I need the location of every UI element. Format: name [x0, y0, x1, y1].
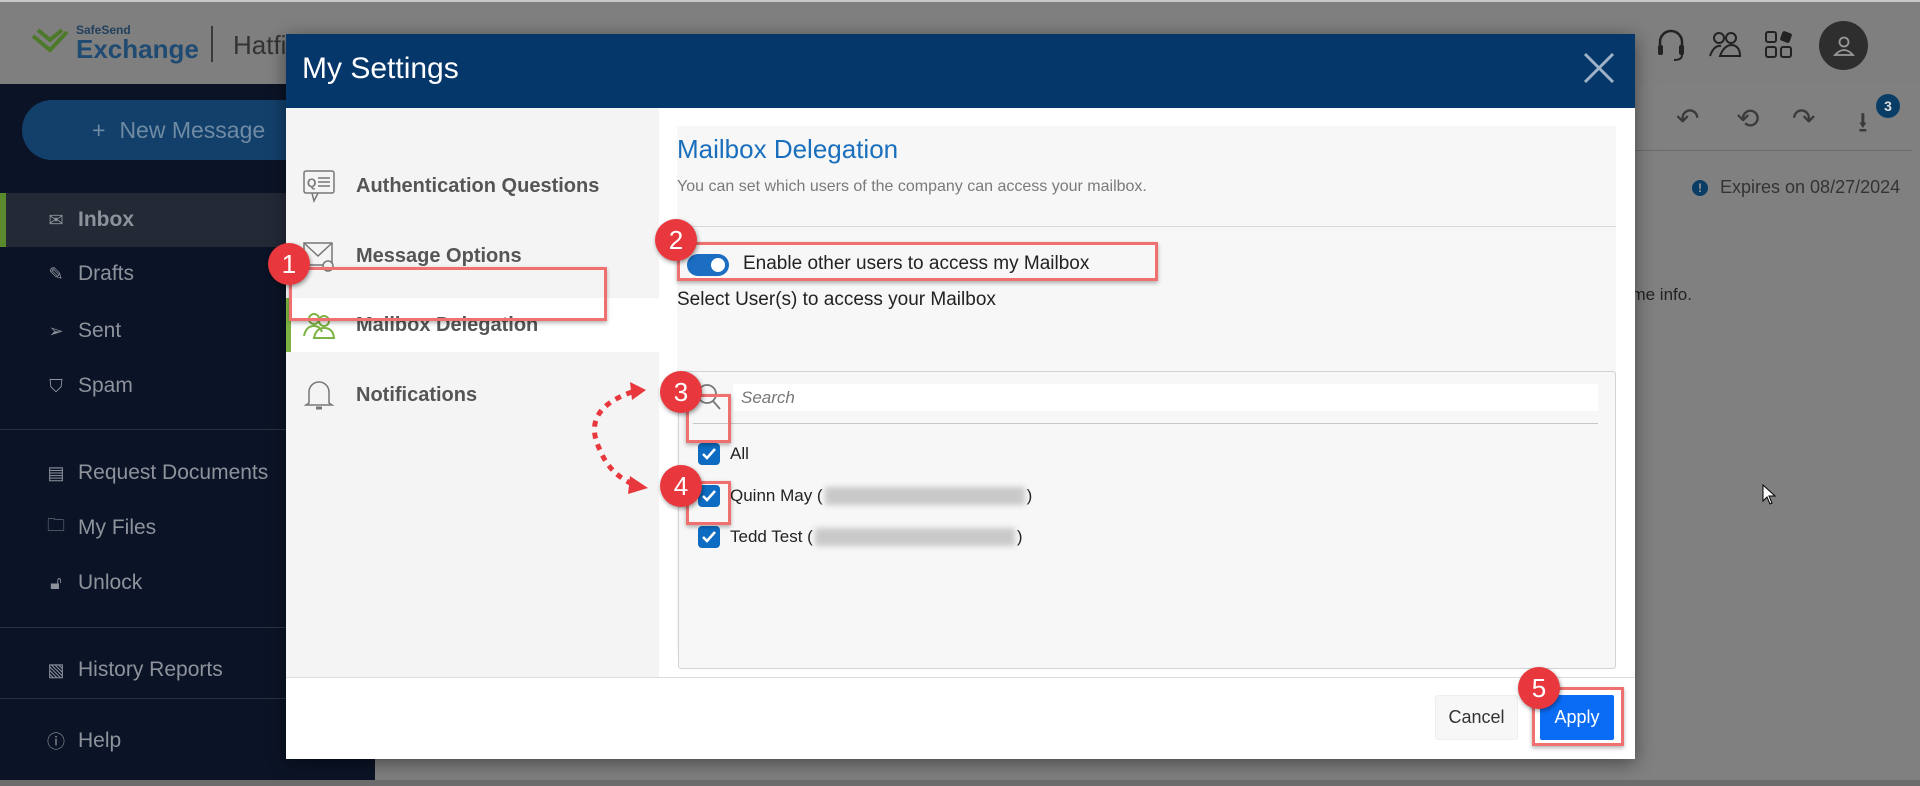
search-input[interactable] [733, 384, 1598, 411]
help-icon: ⓘ [47, 732, 65, 752]
pencil-icon: ✎ [48, 263, 64, 284]
mouse-cursor-icon [1762, 484, 1777, 505]
new-message-label: New Message [119, 116, 266, 143]
org-name: Hatfi [233, 30, 287, 60]
headset-icon[interactable] [1656, 28, 1686, 62]
user-suffix: ) [1026, 486, 1033, 505]
user-row[interactable]: Tedd Test () [698, 526, 1023, 548]
annotation-badge-2: 2 [655, 219, 697, 261]
footer-divider [286, 677, 1635, 678]
unlock-icon: 🔓︎ [50, 572, 62, 593]
nav-authentication-questions[interactable]: Q Authentication Questions [286, 159, 659, 213]
sidebar-item-label: Unlock [78, 571, 143, 594]
section-description: You can set which users of the company c… [677, 178, 1147, 195]
qa-icon: Q [303, 170, 335, 203]
redacted-email [814, 528, 1015, 546]
sidebar-item-label: Help [78, 729, 122, 752]
section-divider [677, 226, 1616, 227]
annotation-badge-3: 3 [660, 371, 702, 413]
sidebar-item-label: History Reports [78, 658, 223, 681]
reply-icon[interactable]: ↶ [1676, 102, 1699, 135]
user-suffix: ) [1016, 527, 1023, 546]
message-toolbar: ↶ ⟲ ↷ ⭳ 3 [1620, 94, 1920, 152]
section-title: Mailbox Delegation [677, 134, 899, 164]
document-icon: ▤ [47, 462, 65, 483]
sidebar-item-label: My Files [78, 516, 157, 539]
redacted-email [824, 487, 1025, 505]
sidebar-item-label: Inbox [78, 208, 134, 231]
shield-icon: ⛉ [49, 375, 63, 396]
reply-all-icon[interactable]: ⟲ [1736, 102, 1759, 135]
apps-icon[interactable] [1764, 30, 1794, 60]
checkbox-checked[interactable] [698, 526, 720, 548]
check-icon [702, 448, 716, 460]
logo-envelope-icon [31, 28, 69, 53]
checkbox-checked[interactable] [698, 443, 720, 465]
logo-bottom-text: Exchange [76, 34, 199, 64]
user-list: All Quinn May () Tedd Test () [678, 371, 1616, 669]
annotation-badge-1: 1 [268, 243, 310, 285]
nav-label: Message Options [356, 244, 522, 267]
close-icon[interactable] [1581, 50, 1617, 86]
cancel-button[interactable]: Cancel [1435, 695, 1518, 740]
user-row[interactable]: Quinn May () [698, 485, 1032, 507]
modal-title: My Settings [302, 52, 459, 85]
annotation-box-1 [289, 267, 607, 321]
avatar[interactable] [1819, 21, 1868, 70]
download-count-badge: 3 [1876, 94, 1900, 118]
nav-label: Notifications [356, 383, 478, 406]
report-icon: ▧ [47, 659, 65, 680]
user-name: Tedd Test ( [730, 527, 813, 546]
logo-divider [211, 26, 213, 62]
annotation-badge-5: 5 [1518, 667, 1560, 709]
expiry-notice: ! Expires on 08/27/2024 [1692, 177, 1900, 198]
delegation-panel: Mailbox Delegation You can set which use… [677, 126, 1616, 669]
user-name: All [730, 444, 749, 463]
annotation-box-2 [677, 242, 1158, 281]
people-icon[interactable] [1708, 30, 1742, 60]
plus-icon: + [92, 116, 106, 143]
toolbar-divider [1600, 150, 1912, 151]
sidebar-item-label: Sent [78, 319, 122, 342]
user-row-all[interactable]: All [698, 443, 749, 465]
new-message-button[interactable]: + New Message [22, 100, 322, 160]
sidebar-item-label: Drafts [78, 262, 135, 285]
search-divider [693, 423, 1598, 424]
user-name: Quinn May ( [730, 486, 823, 505]
download-icon[interactable]: ⭳ [1858, 102, 1868, 150]
folder-icon: 🗀 [47, 515, 65, 535]
sidebar-item-label: Request Documents [78, 461, 269, 484]
annotation-badge-4: 4 [660, 465, 702, 507]
settings-modal: My Settings Q Authentication Questions M… [286, 34, 1635, 759]
info-icon: ! [1692, 179, 1708, 196]
forward-icon[interactable]: ↷ [1792, 102, 1815, 135]
user-icon [1832, 36, 1855, 56]
dashed-arrow-icon [591, 382, 648, 494]
bell-icon [303, 381, 335, 410]
modal-header: My Settings [286, 34, 1635, 108]
envelope-icon: ✉ [48, 209, 64, 230]
nav-label: Authentication Questions [356, 174, 600, 197]
check-icon [702, 531, 716, 543]
sidebar-item-label: Spam [78, 374, 133, 397]
safesend-logo[interactable]: SafeSend Exchange [30, 24, 199, 62]
svg-text:Q: Q [307, 176, 316, 190]
expiry-text: Expires on 08/27/2024 [1720, 177, 1901, 197]
select-users-label: Select User(s) to access your Mailbox [677, 289, 996, 310]
bottom-strip [0, 780, 1920, 786]
send-icon: ➢ [48, 320, 64, 341]
